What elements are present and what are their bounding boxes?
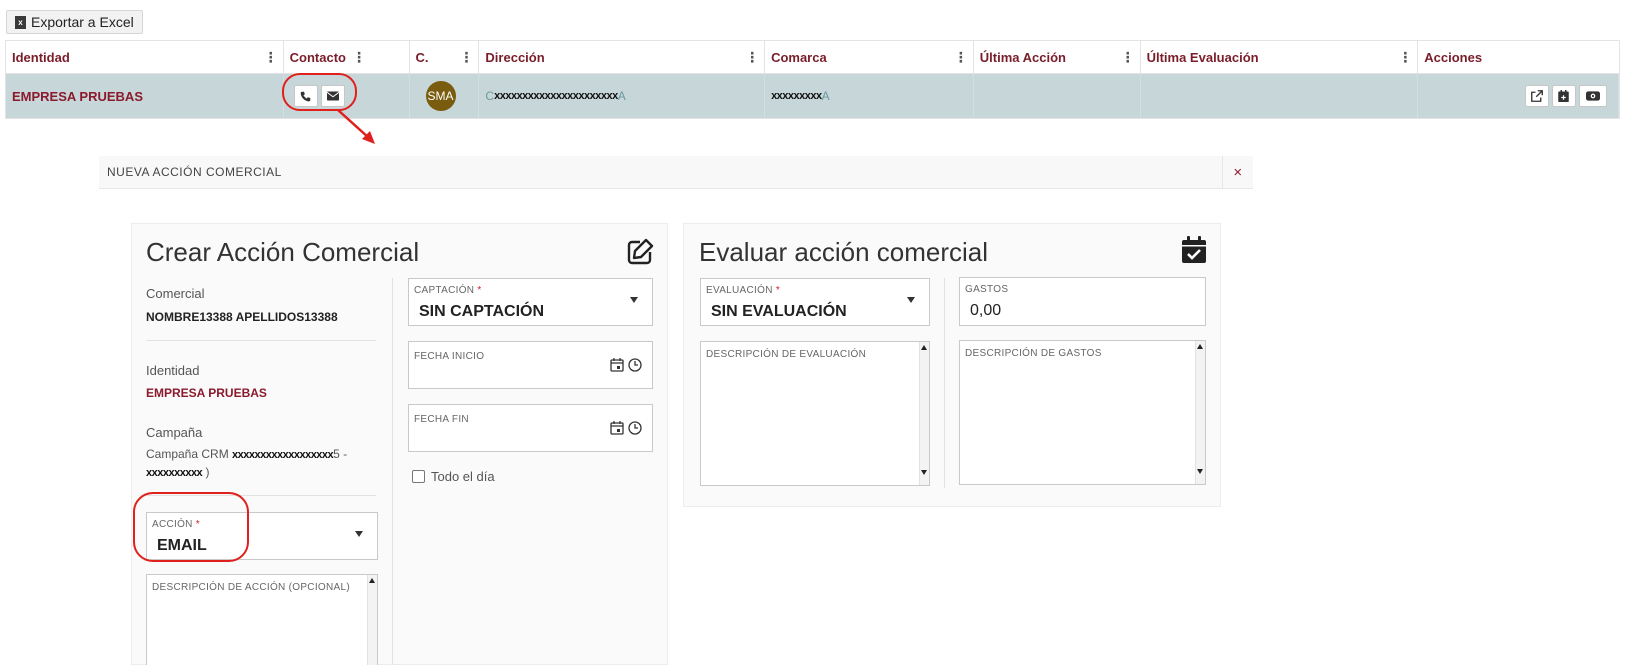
descripcion-accion-textarea[interactable]: DESCRIPCIÓN DE ACCIÓN (OPCIONAL) (146, 574, 378, 665)
export-excel-label: Exportar a Excel (31, 14, 134, 30)
campana-value: Campaña CRM xxxxxxxxxxxxxxxxxx5 - xxxxxx… (146, 447, 348, 479)
open-button[interactable] (1524, 85, 1549, 107)
column-header-ultima-evaluacion[interactable]: Última Evaluación ⋮ (1141, 41, 1419, 73)
column-header-comarca[interactable]: Comarca ⋮ (765, 41, 974, 73)
evaluacion-value: SIN EVALUACIÓN (711, 303, 847, 320)
gastos-value: 0,00 (970, 302, 1002, 319)
fecha-fin-field[interactable]: FECHA FIN (408, 404, 653, 452)
todo-el-dia-checkbox[interactable]: Todo el día (412, 469, 495, 484)
evaluate-action-panel: Evaluar acción comercial EVALUACIÓN * SI… (683, 223, 1221, 507)
checkbox[interactable] (412, 470, 425, 483)
caret-down-icon (630, 297, 638, 303)
cell-comarca: xxxxxxxxx A (765, 74, 974, 118)
caret-down-icon (355, 531, 363, 537)
dialog-title: NUEVA ACCIÓN COMERCIAL (107, 165, 282, 179)
calendar-plus-icon (1558, 90, 1570, 102)
table-row[interactable]: EMPRESA PRUEBAS SMA Cxxxxxxxxxxxxxxxxxxx… (6, 74, 1619, 118)
kebab-icon[interactable]: ⋮ (1121, 49, 1135, 66)
gastos-field[interactable]: GASTOS 0,00 (959, 277, 1206, 326)
export-excel-button[interactable]: x Exportar a Excel (6, 10, 143, 34)
column-header-c[interactable]: C. ⋮ (410, 41, 480, 73)
captacion-value: SIN CAPTACIÓN (419, 303, 545, 320)
annotation-arrow-icon (337, 109, 375, 144)
create-action-panel: Crear Acción Comercial Comercial NOMBRE1… (131, 223, 668, 665)
close-button[interactable]: × (1222, 156, 1253, 189)
excel-icon: x (15, 15, 26, 29)
avatar: SMA (425, 81, 456, 111)
calendar-icon[interactable] (610, 358, 624, 372)
scrollbar[interactable] (1195, 341, 1205, 484)
create-action-title: Crear Acción Comercial (146, 237, 420, 267)
cell-ultima-accion (974, 74, 1141, 118)
column-header-identidad[interactable]: Identidad ⋮ (6, 41, 284, 73)
dialog-header: NUEVA ACCIÓN COMERCIAL × (99, 156, 1253, 189)
column-header-direccion[interactable]: Dirección ⋮ (479, 41, 766, 73)
kebab-icon[interactable]: ⋮ (745, 49, 759, 66)
edit-icon[interactable] (626, 238, 654, 266)
calendar-icon[interactable] (610, 421, 624, 435)
close-icon: × (1233, 164, 1243, 181)
column-header-ultima-accion[interactable]: Última Acción ⋮ (974, 41, 1141, 73)
kebab-icon[interactable]: ⋮ (459, 49, 473, 66)
evaluacion-select[interactable]: EVALUACIÓN * SIN EVALUACIÓN (700, 278, 930, 326)
descripcion-evaluacion-textarea[interactable]: DESCRIPCIÓN DE EVALUACIÓN (700, 341, 930, 486)
caret-down-icon (907, 297, 915, 303)
column-header-contacto[interactable]: Contacto ⋮ (284, 41, 410, 73)
cell-c: SMA (410, 74, 480, 118)
campana-label: Campaña (146, 425, 203, 440)
column-header-acciones: Acciones (1424, 49, 1483, 65)
highlight-ring-contact (282, 73, 357, 111)
scrollbar[interactable] (367, 575, 377, 665)
cell-identidad: EMPRESA PRUEBAS (6, 74, 284, 118)
results-grid: Identidad ⋮ Contacto ⋮ C. ⋮ Dirección ⋮ Coma… (5, 40, 1620, 119)
cell-direccion: Cxxxxxxxxxxxxxxxxxxxxxx A (479, 74, 766, 118)
view-button[interactable] (1578, 85, 1607, 107)
highlight-ring-accion (133, 492, 249, 562)
clock-icon[interactable] (628, 358, 642, 372)
identidad-label: Identidad (146, 363, 200, 378)
kebab-icon[interactable]: ⋮ (954, 49, 968, 66)
cell-acciones (1418, 74, 1619, 118)
external-link-icon (1531, 90, 1543, 102)
fecha-inicio-field[interactable]: FECHA INICIO (408, 341, 653, 389)
column-divider (392, 278, 393, 665)
clock-icon[interactable] (628, 421, 642, 435)
kebab-icon[interactable]: ⋮ (1398, 49, 1412, 66)
comercial-label: Comercial (146, 286, 205, 301)
kebab-icon[interactable]: ⋮ (264, 49, 278, 66)
calendar-check-icon[interactable] (1181, 236, 1207, 264)
comercial-value: NOMBRE13388 APELLIDOS13388 (146, 310, 338, 324)
grid-header: Identidad ⋮ Contacto ⋮ C. ⋮ Dirección ⋮ Coma… (6, 41, 1619, 74)
identidad-value: EMPRESA PRUEBAS (146, 386, 267, 400)
descripcion-gastos-textarea[interactable]: DESCRIPCIÓN DE GASTOS (959, 340, 1206, 485)
captacion-select[interactable]: CAPTACIÓN * SIN CAPTACIÓN (408, 278, 653, 326)
evaluate-action-title: Evaluar acción comercial (699, 237, 989, 267)
eye-icon (1585, 91, 1600, 101)
cell-ultima-evaluacion (1141, 74, 1419, 118)
scrollbar[interactable] (919, 342, 929, 485)
kebab-icon[interactable]: ⋮ (352, 49, 366, 66)
add-calendar-button[interactable] (1551, 85, 1576, 107)
column-divider (944, 278, 945, 488)
divider (146, 340, 376, 341)
